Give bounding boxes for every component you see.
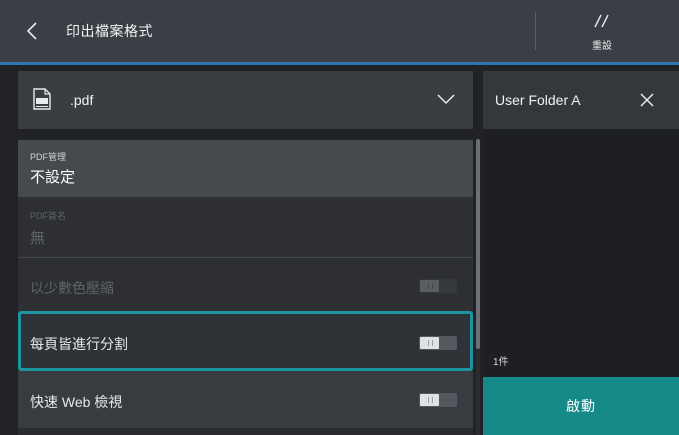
header-accent-line: [0, 62, 679, 65]
file-format-dropdown[interactable]: .pdf: [18, 71, 473, 129]
toggle-knob: [420, 394, 439, 406]
chevron-left-icon: [26, 22, 37, 40]
split-pages-label: 每頁皆進行分割: [30, 336, 128, 352]
reduce-colors-label: 以少數色壓縮: [30, 280, 114, 296]
pdf-file-icon: [33, 88, 51, 110]
fast-web-view-toggle[interactable]: [419, 393, 457, 407]
page-title: 印出檔案格式: [66, 23, 153, 39]
reset-button[interactable]: 重設: [537, 0, 667, 62]
toggle-knob: [420, 280, 439, 292]
chevron-down-icon: [437, 94, 455, 105]
close-icon[interactable]: [638, 91, 656, 109]
split-pages-row[interactable]: 每頁皆進行分割: [18, 314, 473, 371]
header-divider: [535, 12, 536, 50]
fast-web-view-row[interactable]: 快速 Web 檢視: [18, 371, 473, 428]
folder-header: User Folder A: [483, 71, 679, 129]
folder-panel: User Folder A 1件 啟動: [483, 71, 679, 435]
reduce-colors-toggle: [419, 279, 457, 293]
reduce-colors-row: 以少數色壓縮: [18, 258, 473, 314]
reset-icon: [594, 14, 609, 28]
settings-panel: .pdf PDF管理 不設定 PDF簽名 無 以少數色壓縮 每頁皆進行分割 快速…: [18, 71, 473, 435]
back-button[interactable]: [0, 0, 64, 62]
pdf-security-row[interactable]: PDF管理 不設定: [18, 140, 473, 197]
toggle-knob: [420, 337, 439, 349]
section-separator: [18, 129, 473, 140]
folder-name: User Folder A: [495, 92, 581, 108]
fast-web-view-label: 快速 Web 檢視: [30, 394, 123, 410]
file-format-value: .pdf: [70, 92, 94, 108]
pdf-security-caption: PDF管理: [30, 152, 67, 162]
item-count: 1件: [493, 357, 509, 368]
pdf-signature-value: 無: [30, 230, 46, 247]
scrollbar-thumb[interactable]: [476, 139, 480, 349]
top-bar: 印出檔案格式 重設: [0, 0, 679, 62]
pdf-signature-row: PDF簽名 無: [18, 197, 473, 258]
reset-label: 重設: [592, 41, 612, 52]
pdf-signature-caption: PDF簽名: [30, 211, 67, 221]
pdf-security-value: 不設定: [30, 169, 76, 186]
start-button[interactable]: 啟動: [483, 377, 679, 435]
split-pages-toggle[interactable]: [419, 336, 457, 350]
